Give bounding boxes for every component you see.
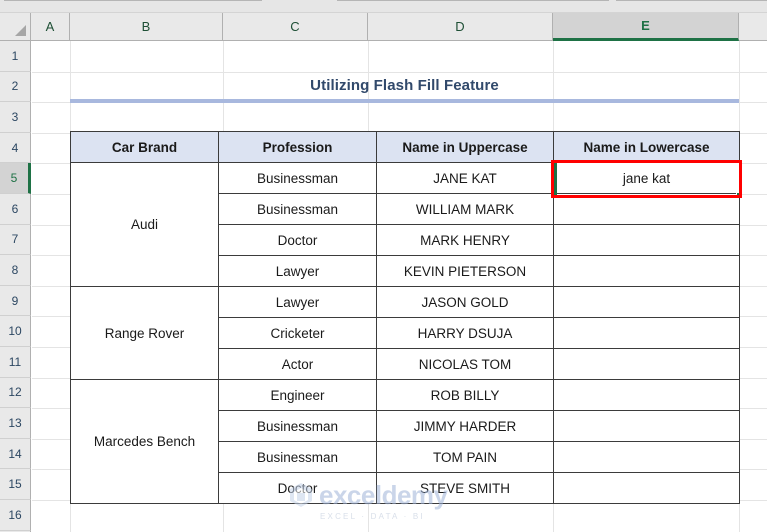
cell-name-uppercase[interactable]: MARK HENRY xyxy=(376,224,554,256)
cell-name-uppercase[interactable]: TOM PAIN xyxy=(376,441,554,473)
cell-name-lowercase[interactable] xyxy=(553,379,740,411)
cell-car-brand[interactable]: Range Rover xyxy=(70,286,219,380)
cell-name-uppercase[interactable]: WILLIAM MARK xyxy=(376,193,554,225)
cell-car-brand[interactable]: Audi xyxy=(70,162,219,287)
cell-profession[interactable]: Businessman xyxy=(218,410,377,442)
row-header-13[interactable]: 13 xyxy=(0,408,31,439)
row-header-12[interactable]: 12 xyxy=(0,377,31,409)
cell-name-uppercase[interactable]: JANE KAT xyxy=(376,162,554,194)
cell-name-uppercase[interactable]: NICOLAS TOM xyxy=(376,348,554,380)
row-header-1[interactable]: 1 xyxy=(0,41,31,72)
cell-name-lowercase[interactable] xyxy=(553,410,740,442)
column-header-b[interactable]: B xyxy=(70,13,223,41)
column-header-e[interactable]: E xyxy=(553,13,739,41)
excel-worksheet-screenshot: ABCDE 1 2 3 4 5 6 7 8 9 10 11 12 13 14 15 16 Utilizing … xyxy=(0,0,767,532)
cell-name-uppercase[interactable]: KEVIN PIETERSON xyxy=(376,255,554,287)
page-title: Utilizing Flash Fill Feature xyxy=(310,76,499,94)
cell-name-lowercase[interactable] xyxy=(553,441,740,473)
data-table: Car Brand Profession Name in Uppercase Name… xyxy=(70,131,740,504)
cell-name-uppercase[interactable]: ROB BILLY xyxy=(376,379,554,411)
column-header-d[interactable]: D xyxy=(368,13,553,41)
cell-name-lowercase[interactable]: jane kat xyxy=(553,162,740,194)
cell-name-uppercase[interactable]: JIMMY HARDER xyxy=(376,410,554,442)
cell-name-lowercase[interactable] xyxy=(553,317,740,349)
cell-name-uppercase[interactable]: STEVE SMITH xyxy=(376,472,554,504)
cell-profession[interactable]: Cricketer xyxy=(218,317,377,349)
row-header-11[interactable]: 11 xyxy=(0,347,31,378)
row-header-5[interactable]: 5 xyxy=(0,163,31,194)
row-header-7[interactable]: 7 xyxy=(0,224,31,256)
cell-profession[interactable]: Actor xyxy=(218,348,377,380)
select-all-triangle-icon xyxy=(15,25,26,36)
cell-name-uppercase[interactable]: JASON GOLD xyxy=(376,286,554,318)
cell-name-lowercase[interactable] xyxy=(553,193,740,225)
row-header-9[interactable]: 9 xyxy=(0,285,31,317)
table-row: Marcedes Bench Engineer ROB BILLY xyxy=(70,379,740,504)
select-all-corner-button[interactable] xyxy=(0,13,31,41)
cell-profession[interactable]: Doctor xyxy=(218,224,377,256)
column-title-profession: Profession xyxy=(218,131,377,163)
cell-profession[interactable]: Businessman xyxy=(218,193,377,225)
cell-profession[interactable]: Doctor xyxy=(218,472,377,504)
table-row: Range Rover Lawyer JASON GOLD xyxy=(70,286,740,380)
table-row: Audi Businessman JANE KAT jane kat xyxy=(70,162,740,287)
row-header-15[interactable]: 15 xyxy=(0,469,31,500)
column-title-car-brand: Car Brand xyxy=(70,131,219,163)
cell-name-lowercase[interactable] xyxy=(553,255,740,287)
row-header-8[interactable]: 8 xyxy=(0,255,31,286)
row-header-3[interactable]: 3 xyxy=(0,102,31,133)
cell-name-lowercase[interactable] xyxy=(553,348,740,380)
cell-car-brand[interactable]: Marcedes Bench xyxy=(70,379,219,504)
column-title-name-in-uppercase: Name in Uppercase xyxy=(376,131,554,163)
title-underline-rule xyxy=(70,99,739,103)
cell-profession[interactable]: Engineer xyxy=(218,379,377,411)
row-header-6[interactable]: 6 xyxy=(0,194,31,225)
column-header-a[interactable]: A xyxy=(31,13,70,41)
cell-name-uppercase[interactable]: HARRY DSUJA xyxy=(376,317,554,349)
cell-profession[interactable]: Businessman xyxy=(218,441,377,473)
ribbon-group-1 xyxy=(4,0,262,1)
row-header-10[interactable]: 10 xyxy=(0,316,31,347)
row-header-16[interactable]: 16 xyxy=(0,500,31,531)
ribbon-group-2 xyxy=(337,0,609,1)
ribbon-bottom-strip xyxy=(0,0,767,13)
column-header-c[interactable]: C xyxy=(223,13,368,41)
cell-profession[interactable]: Lawyer xyxy=(218,255,377,287)
cell-profession[interactable]: Lawyer xyxy=(218,286,377,318)
row-header-2[interactable]: 2 xyxy=(0,71,31,103)
row-header-14[interactable]: 14 xyxy=(0,438,31,470)
ribbon-group-3 xyxy=(616,0,767,1)
column-title-name-in-lowercase: Name in Lowercase xyxy=(553,131,740,163)
cell-name-lowercase[interactable] xyxy=(553,286,740,318)
row-header-4[interactable]: 4 xyxy=(0,132,31,164)
table-header-row: Car Brand Profession Name in Uppercase Name… xyxy=(70,131,740,163)
cell-name-lowercase[interactable] xyxy=(553,472,740,504)
cell-profession[interactable]: Businessman xyxy=(218,162,377,194)
cell-name-lowercase[interactable] xyxy=(553,224,740,256)
